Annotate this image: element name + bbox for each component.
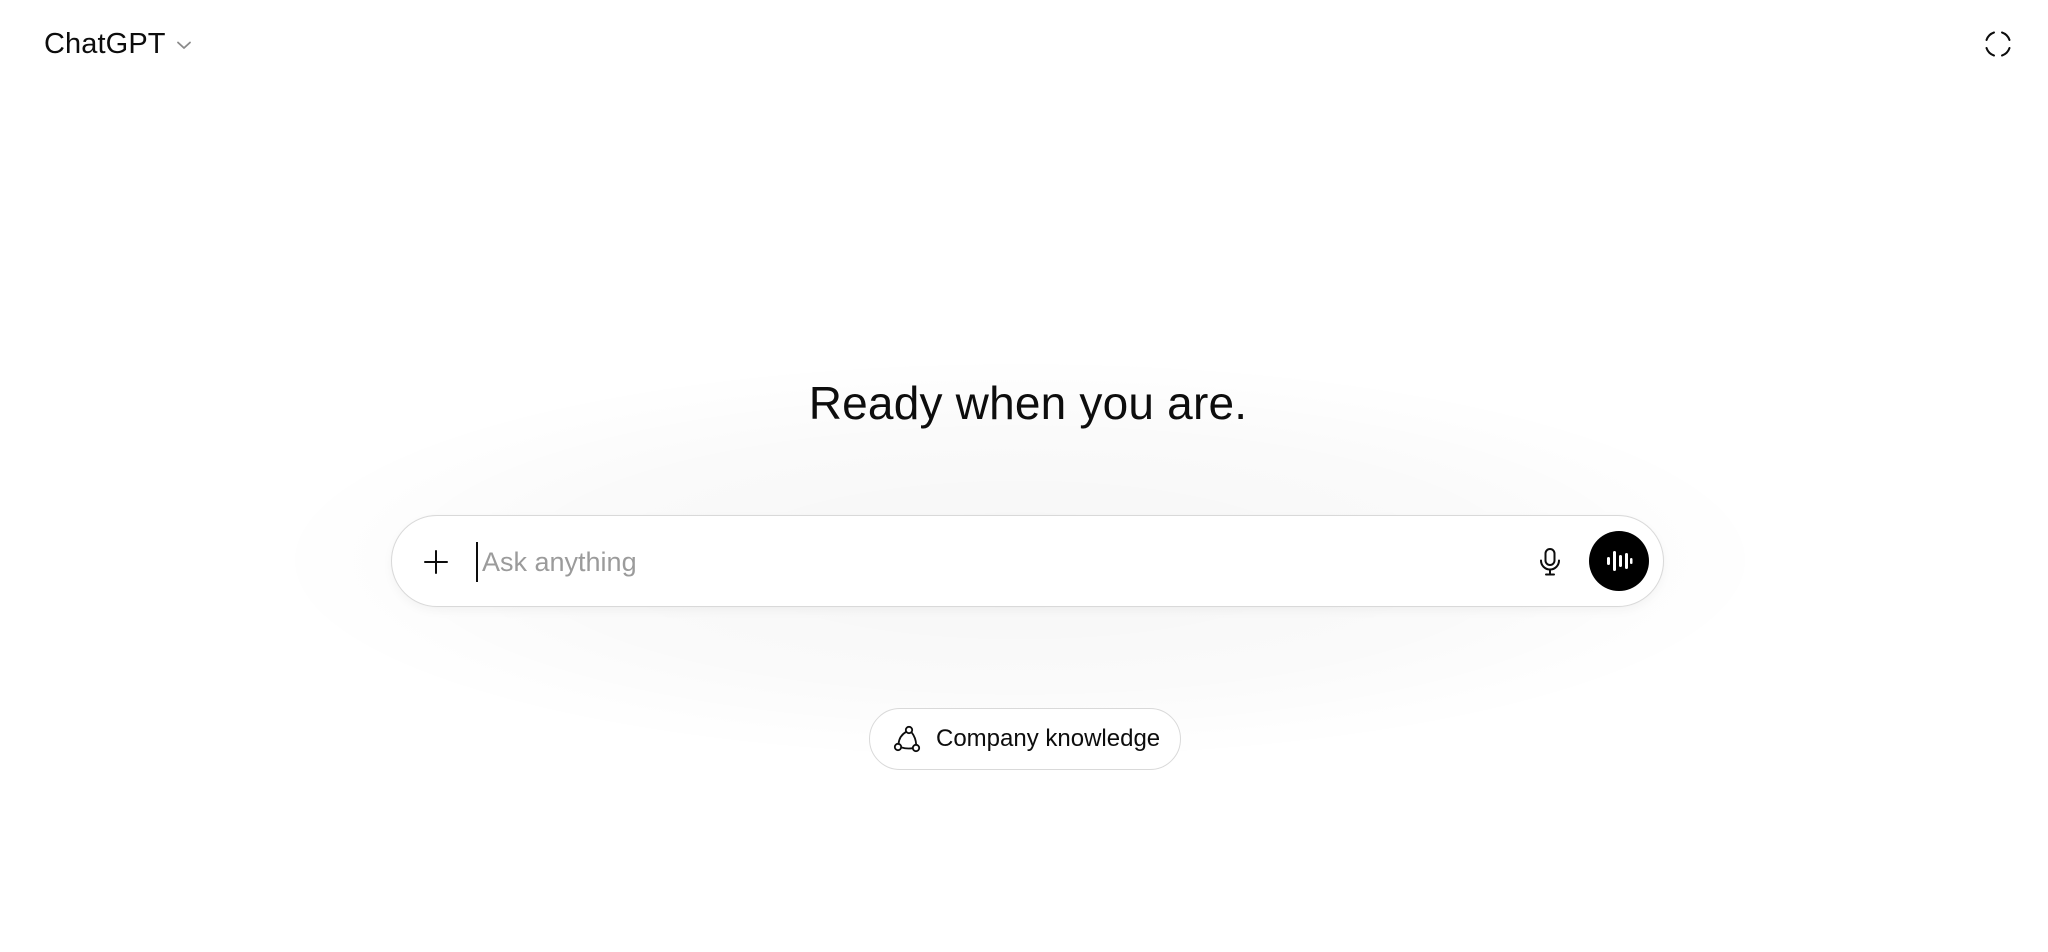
voice-waveform-icon bbox=[1605, 547, 1633, 575]
chevron-down-icon bbox=[174, 35, 194, 55]
prompt-input[interactable] bbox=[476, 542, 1502, 582]
plus-icon bbox=[422, 548, 450, 576]
company-knowledge-label: Company knowledge bbox=[936, 725, 1161, 752]
model-name: ChatGPT bbox=[44, 27, 166, 60]
chat-home: ChatGPT Ready when you are. Ask anything… bbox=[0, 0, 2048, 952]
dictate-button[interactable] bbox=[1528, 540, 1572, 584]
dashed-circle-icon bbox=[1983, 29, 2013, 59]
composer bbox=[391, 515, 1664, 607]
model-switcher-button[interactable]: ChatGPT bbox=[36, 22, 202, 66]
add-attachment-button[interactable] bbox=[414, 540, 458, 584]
voice-mode-button[interactable] bbox=[1589, 531, 1649, 591]
page-title: Ready when you are. bbox=[808, 377, 1248, 429]
connectors-icon bbox=[892, 724, 922, 754]
company-knowledge-button[interactable]: Company knowledge bbox=[869, 708, 1182, 770]
microphone-icon bbox=[1537, 547, 1563, 577]
temporary-chat-button[interactable] bbox=[1980, 26, 2016, 62]
